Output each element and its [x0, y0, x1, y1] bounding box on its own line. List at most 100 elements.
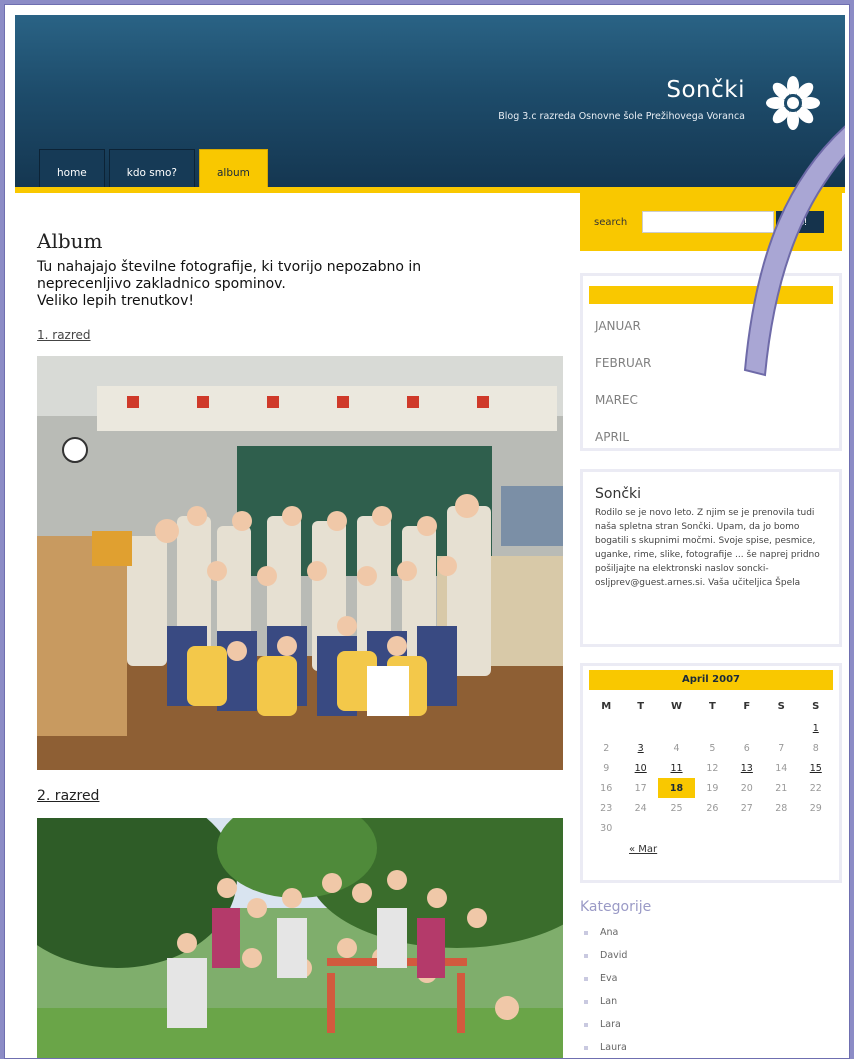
- calendar-day-header: S: [812, 700, 820, 712]
- category-label: Lara: [600, 1019, 621, 1030]
- calendar-day: [695, 718, 729, 738]
- calendar-day[interactable]: 15: [799, 758, 834, 778]
- archive-month-marec[interactable]: MAREC: [595, 382, 839, 419]
- category-label: Lan: [600, 996, 618, 1007]
- calendar-day: [658, 818, 695, 838]
- calendar-day: [799, 818, 834, 838]
- category-item[interactable]: Laura: [580, 1036, 842, 1058]
- categories-title: Kategorije: [580, 899, 652, 915]
- calendar-day: 25: [670, 802, 683, 814]
- site-header: Sončki Blog 3.c razreda Osnovne šole Pre…: [15, 15, 845, 193]
- calendar-week-row: 16 17 18 19 20 21 22: [589, 778, 833, 798]
- calendar-widget: April 2007 MTWTFSS 1 2 3 4 5 6 7 8 9 10 11 12 13 14 15…: [580, 663, 842, 883]
- classroom-photo-image: [37, 356, 563, 770]
- category-item[interactable]: Ana: [580, 921, 842, 944]
- archive-header-bar: [589, 286, 833, 304]
- calendar-day-header: F: [743, 700, 751, 712]
- search-input[interactable]: [642, 211, 774, 233]
- category-item[interactable]: Lara: [580, 1013, 842, 1036]
- about-title: Sončki: [595, 486, 642, 502]
- calendar-day: 22: [809, 782, 822, 794]
- calendar-table: MTWTFSS 1 2 3 4 5 6 7 8 9 10 11 12 13 14 15 16 17 18 19 20 2…: [589, 694, 833, 838]
- calendar-day: 6: [743, 742, 750, 754]
- calendar-day: 12: [706, 762, 719, 774]
- album-link-1-razred[interactable]: 1. razred: [37, 328, 567, 342]
- intro-line: Tu nahajajo številne fotografije, ki tvo…: [37, 259, 422, 275]
- calendar-day[interactable]: 10: [623, 758, 657, 778]
- intro-line: Veliko lepih trenutkov!: [37, 293, 194, 309]
- category-item[interactable]: Lan: [580, 990, 842, 1013]
- search-go-button[interactable]: go!: [776, 211, 824, 233]
- about-text: Rodilo se je novo leto. Z njim se je pre…: [595, 508, 820, 588]
- calendar-day: [764, 718, 798, 738]
- calendar-day: 30: [600, 822, 613, 834]
- calendar-day: 20: [740, 782, 753, 794]
- archive-month-februar[interactable]: FEBRUAR: [595, 345, 839, 382]
- calendar-week-row: 2 3 4 5 6 7 8: [589, 738, 833, 758]
- calendar-day: [658, 718, 695, 738]
- categories-widget: Kategorije AnaDavidEvaLanLaraLauraLina: [580, 899, 842, 1058]
- calendar-day: 24: [634, 802, 647, 814]
- category-item[interactable]: David: [580, 944, 842, 967]
- calendar-week-row: 30: [589, 818, 833, 838]
- calendar-day-header: S: [777, 700, 785, 712]
- calendar-day-header: T: [637, 700, 645, 712]
- calendar-day: [623, 718, 657, 738]
- calendar-day: 16: [600, 782, 613, 794]
- category-item[interactable]: Eva: [580, 967, 842, 990]
- calendar-day: 29: [809, 802, 822, 814]
- calendar-day-header: M: [601, 700, 612, 712]
- intro-text: Tu nahajajo številne fotografije, ki tvo…: [37, 259, 567, 310]
- category-label: David: [600, 950, 628, 961]
- calendar-day[interactable]: 11: [658, 758, 695, 778]
- site-title[interactable]: Sončki: [666, 77, 745, 103]
- archive-month-april[interactable]: APRIL: [595, 419, 839, 456]
- calendar-day: 27: [740, 802, 753, 814]
- calendar-day: 23: [600, 802, 613, 814]
- archive-widget: JANUAR FEBRUAR MAREC APRIL: [580, 273, 842, 451]
- bullet-icon: [584, 953, 588, 958]
- calendar-day: [589, 718, 623, 738]
- calendar-day: 9: [603, 762, 610, 774]
- calendar-day: [695, 818, 729, 838]
- site-subtitle: Blog 3.c razreda Osnovne šole Prežihoveg…: [498, 111, 745, 122]
- calendar-day[interactable]: 13: [730, 758, 764, 778]
- calendar-day: 14: [775, 762, 788, 774]
- album-link-2-razred[interactable]: 2. razred: [37, 788, 567, 804]
- calendar-day: 18: [657, 778, 696, 798]
- calendar-day[interactable]: 3: [623, 738, 657, 758]
- search-label: search: [594, 217, 628, 228]
- page-inner: Sončki Blog 3.c razreda Osnovne šole Pre…: [15, 15, 845, 1058]
- calendar-day: 8: [812, 742, 819, 754]
- bullet-icon: [584, 1022, 588, 1027]
- bullet-icon: [584, 930, 588, 935]
- calendar-week-row: 9 10 11 12 13 14 15: [589, 758, 833, 778]
- class-photo-2[interactable]: [37, 818, 563, 1058]
- calendar-day: 28: [775, 802, 788, 814]
- intro-line: neprecenljivo zakladnico spominov.: [37, 276, 286, 292]
- calendar-day: 26: [706, 802, 719, 814]
- calendar-day: 17: [634, 782, 647, 794]
- page-title: Album: [37, 229, 103, 253]
- categories-list: AnaDavidEvaLanLaraLauraLina: [580, 921, 842, 1058]
- calendar-day: [730, 818, 764, 838]
- outdoor-photo-image: [37, 818, 563, 1058]
- calendar-day: [764, 818, 798, 838]
- category-label: Laura: [600, 1042, 627, 1053]
- archive-month-januar[interactable]: JANUAR: [595, 308, 839, 345]
- calendar-day: 21: [775, 782, 788, 794]
- calendar-day: 2: [603, 742, 610, 754]
- page-frame: Sončki Blog 3.c razreda Osnovne šole Pre…: [4, 4, 850, 1059]
- calendar-day[interactable]: 1: [799, 718, 834, 738]
- bullet-icon: [584, 1045, 588, 1050]
- calendar-day: [623, 818, 657, 838]
- calendar-day-header: T: [708, 700, 716, 712]
- calendar-week-row: 23 24 25 26 27 28 29: [589, 798, 833, 818]
- calendar-day-header: W: [671, 700, 683, 712]
- category-label: Ana: [600, 927, 619, 938]
- calendar-prev-link[interactable]: « Mar: [629, 844, 833, 855]
- calendar-day: 4: [673, 742, 680, 754]
- class-photo-1[interactable]: [37, 356, 563, 770]
- category-label: Eva: [600, 973, 618, 984]
- calendar-week-row: 1: [589, 718, 833, 738]
